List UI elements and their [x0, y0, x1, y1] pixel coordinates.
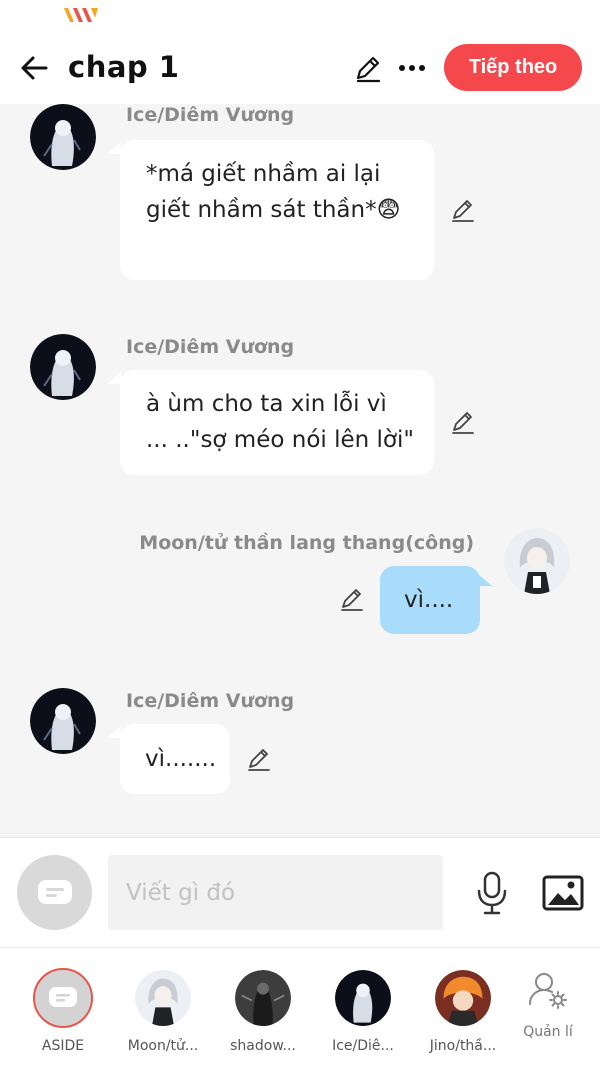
message-bubble[interactable]: à ùm cho ta xin lỗi vì ... .."sợ méo nói…: [120, 370, 434, 475]
character-ice[interactable]: Ice/Diê...: [318, 968, 408, 1063]
sender-name: Moon/tử thần lang thang(công): [139, 532, 474, 554]
message-bubble[interactable]: vì....: [380, 566, 480, 634]
microphone-button[interactable]: [470, 868, 514, 918]
bubble-tail: [107, 726, 121, 738]
user-settings-icon: [529, 973, 567, 1009]
image-icon: [542, 875, 584, 911]
message-input[interactable]: [108, 855, 443, 930]
sender-name: Ice/Diêm Vương: [126, 690, 295, 712]
insert-image-button[interactable]: [540, 870, 586, 916]
chapter-title: chap 1: [68, 50, 180, 84]
message-bubble[interactable]: *má giết nhầm ai lại giết nhầm sát thần*…: [120, 140, 434, 280]
character-label: shadow...: [230, 1038, 296, 1054]
more-options-button[interactable]: [394, 50, 430, 86]
dark-character-avatar[interactable]: [30, 688, 96, 754]
character-selector: ASIDE Moon/tử... shadow... Ice/Diê... Ji…: [0, 947, 600, 1067]
pencil-icon: [452, 412, 474, 434]
next-chapter-button[interactable]: Tiếp theo: [444, 44, 582, 91]
dark-character-avatar[interactable]: [30, 334, 96, 400]
sender-name: Ice/Diêm Vương: [126, 104, 295, 126]
character-label: ASIDE: [41, 1038, 85, 1054]
message-bubble[interactable]: vì.......: [120, 724, 230, 794]
chat-bubble-icon: [33, 968, 93, 1028]
sender-name: Ice/Diêm Vương: [126, 336, 295, 358]
shadow-character-avatar: [235, 970, 291, 1026]
edit-message-button[interactable]: [448, 407, 478, 437]
app-header: chap 1 Tiếp theo: [0, 36, 600, 104]
arrow-left-icon: [21, 56, 48, 80]
dark-character-avatar: [335, 970, 391, 1026]
edit-message-button[interactable]: [337, 584, 367, 614]
pencil-icon: [248, 749, 270, 771]
character-shadow[interactable]: shadow...: [218, 968, 308, 1063]
chat-area[interactable]: Ice/Diêm Vương *má giết nhầm ai lại giết…: [0, 104, 600, 837]
character-moon[interactable]: Moon/tử...: [118, 968, 208, 1063]
edit-message-button[interactable]: [448, 195, 478, 225]
character-jino[interactable]: Jino/thầ...: [418, 968, 508, 1063]
bubble-tail: [478, 574, 492, 586]
dark-character-avatar[interactable]: [30, 104, 96, 170]
manage-characters-button[interactable]: Quản lí: [510, 970, 586, 1050]
manage-label: Quản lí: [523, 1024, 573, 1040]
back-button[interactable]: [14, 48, 54, 88]
character-label: Moon/tử...: [127, 1038, 199, 1054]
character-label: Jino/thầ...: [429, 1038, 497, 1054]
chat-bubble-icon: [37, 879, 72, 904]
viettel-logo-icon: [64, 8, 98, 22]
bubble-tail: [107, 142, 121, 154]
character-aside[interactable]: ASIDE: [18, 968, 108, 1063]
microphone-icon: [477, 871, 507, 915]
character-label: Ice/Diê...: [332, 1038, 394, 1054]
pencil-icon: [356, 56, 381, 83]
more-dots-icon: [399, 65, 425, 71]
bubble-tail: [107, 372, 121, 384]
edit-chapter-button[interactable]: [350, 50, 386, 86]
pencil-icon: [452, 200, 474, 222]
orange-hair-character-avatar: [435, 970, 491, 1026]
white-hair-character-avatar: [135, 970, 191, 1026]
white-hair-character-avatar[interactable]: [504, 528, 570, 594]
pencil-icon: [341, 589, 363, 611]
status-bar: [0, 0, 600, 36]
aside-toggle-button[interactable]: [17, 855, 92, 930]
message-composer: [0, 837, 600, 947]
edit-message-button[interactable]: [244, 744, 274, 774]
